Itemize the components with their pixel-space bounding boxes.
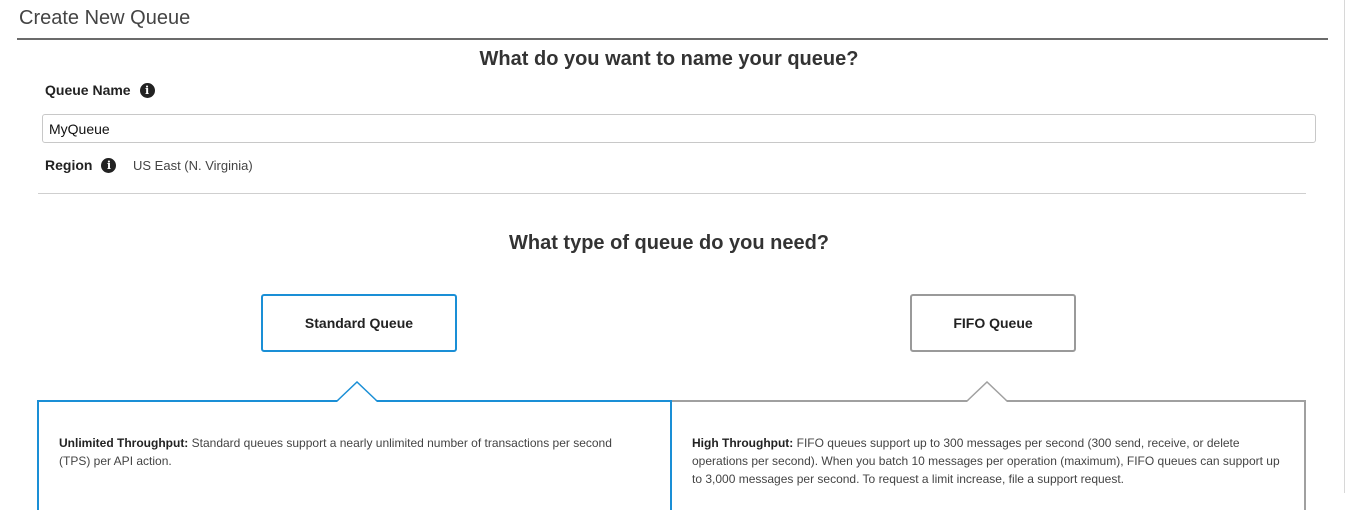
standard-desc-title: Unlimited Throughput: (59, 436, 189, 450)
fifo-queue-button[interactable]: FIFO Queue (910, 294, 1076, 352)
unselected-pointer-arrow (966, 380, 1008, 402)
standard-queue-description: Unlimited Throughput: Standard queues su… (59, 434, 639, 470)
selected-pointer-arrow (336, 380, 378, 402)
fifo-queue-description: High Throughput: FIFO queues support up … (692, 434, 1292, 488)
standard-queue-button[interactable]: Standard Queue (261, 294, 457, 352)
page-header: Create New Queue (17, 0, 1328, 40)
name-section-heading: What do you want to name your queue? (479, 48, 859, 70)
queue-name-input[interactable] (42, 114, 1316, 143)
type-section-heading: What type of queue do you need? (509, 232, 829, 254)
queue-name-label: Queue Name i (45, 82, 155, 98)
queue-name-label-text: Queue Name (45, 82, 131, 98)
scroll-edge (1344, 0, 1345, 493)
fifo-desc-title: High Throughput: (692, 436, 794, 450)
standard-queue-description-panel: Unlimited Throughput: Standard queues su… (37, 400, 672, 510)
fifo-queue-description-panel: High Throughput: FIFO queues support up … (672, 400, 1306, 510)
info-icon[interactable]: i (139, 82, 155, 98)
info-icon[interactable]: i (101, 157, 117, 173)
region-label-text: Region (45, 157, 93, 173)
section-divider (38, 193, 1306, 194)
region-value: US East (N. Virginia) (133, 158, 253, 173)
page-title: Create New Queue (19, 7, 191, 29)
region-label: Region i (45, 157, 117, 173)
